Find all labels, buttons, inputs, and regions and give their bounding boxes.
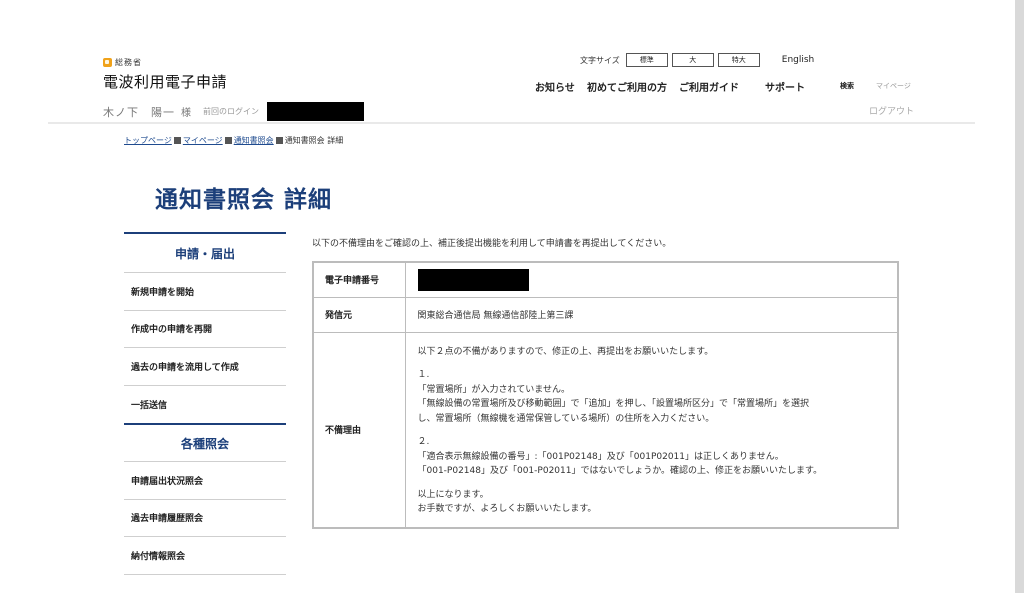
nav-first-time[interactable]: 初めてご利用の方 xyxy=(587,79,667,94)
reason-line: 「常置場所」が入力されていません。 xyxy=(417,384,570,395)
global-nav: お知らせ 初めてご利用の方 ご利用ガイド サポート 検索 マイページ xyxy=(0,79,1024,95)
table-row: 電子申請番号 xyxy=(312,261,899,298)
nav-news[interactable]: お知らせ xyxy=(535,79,575,94)
header-divider xyxy=(48,122,975,124)
ministry-name: 総務省 xyxy=(115,58,142,67)
nav-support[interactable]: サポート xyxy=(765,79,805,94)
intro-text: 以下の不備理由をご確認の上、補正後提出機能を利用して申請書を再提出してください。 xyxy=(312,239,672,249)
font-size-large-button[interactable]: 大 xyxy=(671,53,714,67)
redacted-application-number xyxy=(417,268,529,291)
font-size-normal-button[interactable]: 標準 xyxy=(625,53,668,67)
breadcrumb: トップページ マイページ 通知書照会 通知書照会 詳細 xyxy=(124,135,343,146)
table-row: 発信元 関東総合通信局 無線通信部陸上第三課 xyxy=(312,296,899,333)
reason-line: １. xyxy=(417,370,430,380)
english-link[interactable]: English xyxy=(782,55,815,65)
sidebar-item-status-inquiry[interactable]: 申請届出状況照会 xyxy=(124,462,286,500)
sender-label: 発信元 xyxy=(312,296,406,333)
reason-line: 「001-P02148」及び「001-P02011」ではないでしょうか。確認の上… xyxy=(417,466,823,476)
reason-line: 「適合表示無線設備の番号」:「001P02148」及び「001P02011」は正… xyxy=(417,451,784,462)
font-size-controls: 文字サイズ 標準 大 特大 English xyxy=(580,53,814,67)
reason-line: 以下２点の不備がありますので、修正の上、再提出をお願いいたします。 xyxy=(417,346,714,357)
ministry-logo-icon xyxy=(103,58,112,67)
sidebar-item-new-application[interactable]: 新規申請を開始 xyxy=(124,273,286,311)
reason-label: 不備理由 xyxy=(312,331,406,528)
reason-value: 以下２点の不備がありますので、修正の上、再提出をお願いいたします。 １. 「常置… xyxy=(404,331,899,528)
sidebar-item-payment-inquiry[interactable]: 納付情報照会 xyxy=(124,537,286,575)
sidebar-heading-application: 申請・届出 xyxy=(124,232,286,273)
breadcrumb-top[interactable]: トップページ xyxy=(124,135,172,146)
sidebar-heading-inquiry: 各種照会 xyxy=(124,423,286,462)
sidebar: 申請・届出 新規申請を開始 作成中の申請を再開 過去の申請を流用して作成 一括送… xyxy=(124,232,286,593)
font-size-xlarge-button[interactable]: 特大 xyxy=(717,53,760,67)
reason-line: お手数ですが、よろしくお願いいたします。 xyxy=(417,504,597,514)
application-number-value xyxy=(404,261,899,298)
breadcrumb-current: 通知書照会 詳細 xyxy=(284,136,344,145)
page-title: 通知書照会 詳細 xyxy=(155,187,333,213)
nav-mypage[interactable]: マイページ xyxy=(876,81,911,91)
nav-search[interactable]: 検索 xyxy=(840,81,854,91)
ministry-logo[interactable]: 総務省 xyxy=(103,57,142,68)
reason-line: し、常置場所（無線機を通常保管している場所）の住所を入力ください。 xyxy=(417,413,715,424)
breadcrumb-mypage[interactable]: マイページ xyxy=(183,135,223,146)
reason-line: ２. xyxy=(417,437,430,447)
breadcrumb-notice[interactable]: 通知書照会 xyxy=(234,135,274,146)
breadcrumb-separator-icon xyxy=(275,137,283,144)
sender-value: 関東総合通信局 無線通信部陸上第三課 xyxy=(404,296,899,333)
font-size-label: 文字サイズ xyxy=(580,55,620,65)
reason-line: 「無線設備の常置場所及び移動範囲」で「追加」を押し、「設置場所区分」で「常置場所… xyxy=(417,399,810,409)
notice-detail-table: 電子申請番号 発信元 関東総合通信局 無線通信部陸上第三課 不備理由 以下２点の… xyxy=(312,261,899,529)
sidebar-item-bulk-send[interactable]: 一括送信 xyxy=(124,386,286,424)
user-info: 木ノ下 陽一 様 前回のログイン xyxy=(103,102,364,121)
table-row: 不備理由 以下２点の不備がありますので、修正の上、再提出をお願いいたします。 １… xyxy=(312,331,899,528)
user-name: 木ノ下 陽一 xyxy=(103,105,175,119)
sidebar-item-reuse-past[interactable]: 過去の申請を流用して作成 xyxy=(124,348,286,386)
breadcrumb-separator-icon xyxy=(173,137,181,144)
sidebar-item-truncated[interactable] xyxy=(124,575,286,593)
nav-guide[interactable]: ご利用ガイド xyxy=(679,79,739,94)
application-number-label: 電子申請番号 xyxy=(312,261,406,298)
sidebar-item-history-inquiry[interactable]: 過去申請履歴照会 xyxy=(124,500,286,537)
breadcrumb-separator-icon xyxy=(224,137,232,144)
redacted-last-login xyxy=(267,102,364,121)
reason-line: 以上になります。 xyxy=(417,489,489,500)
logout-link[interactable]: ログアウト xyxy=(869,104,914,117)
sidebar-item-resume-draft[interactable]: 作成中の申請を再開 xyxy=(124,311,286,348)
user-honorific: 様 xyxy=(181,108,191,119)
last-login-label: 前回のログイン xyxy=(203,107,259,116)
